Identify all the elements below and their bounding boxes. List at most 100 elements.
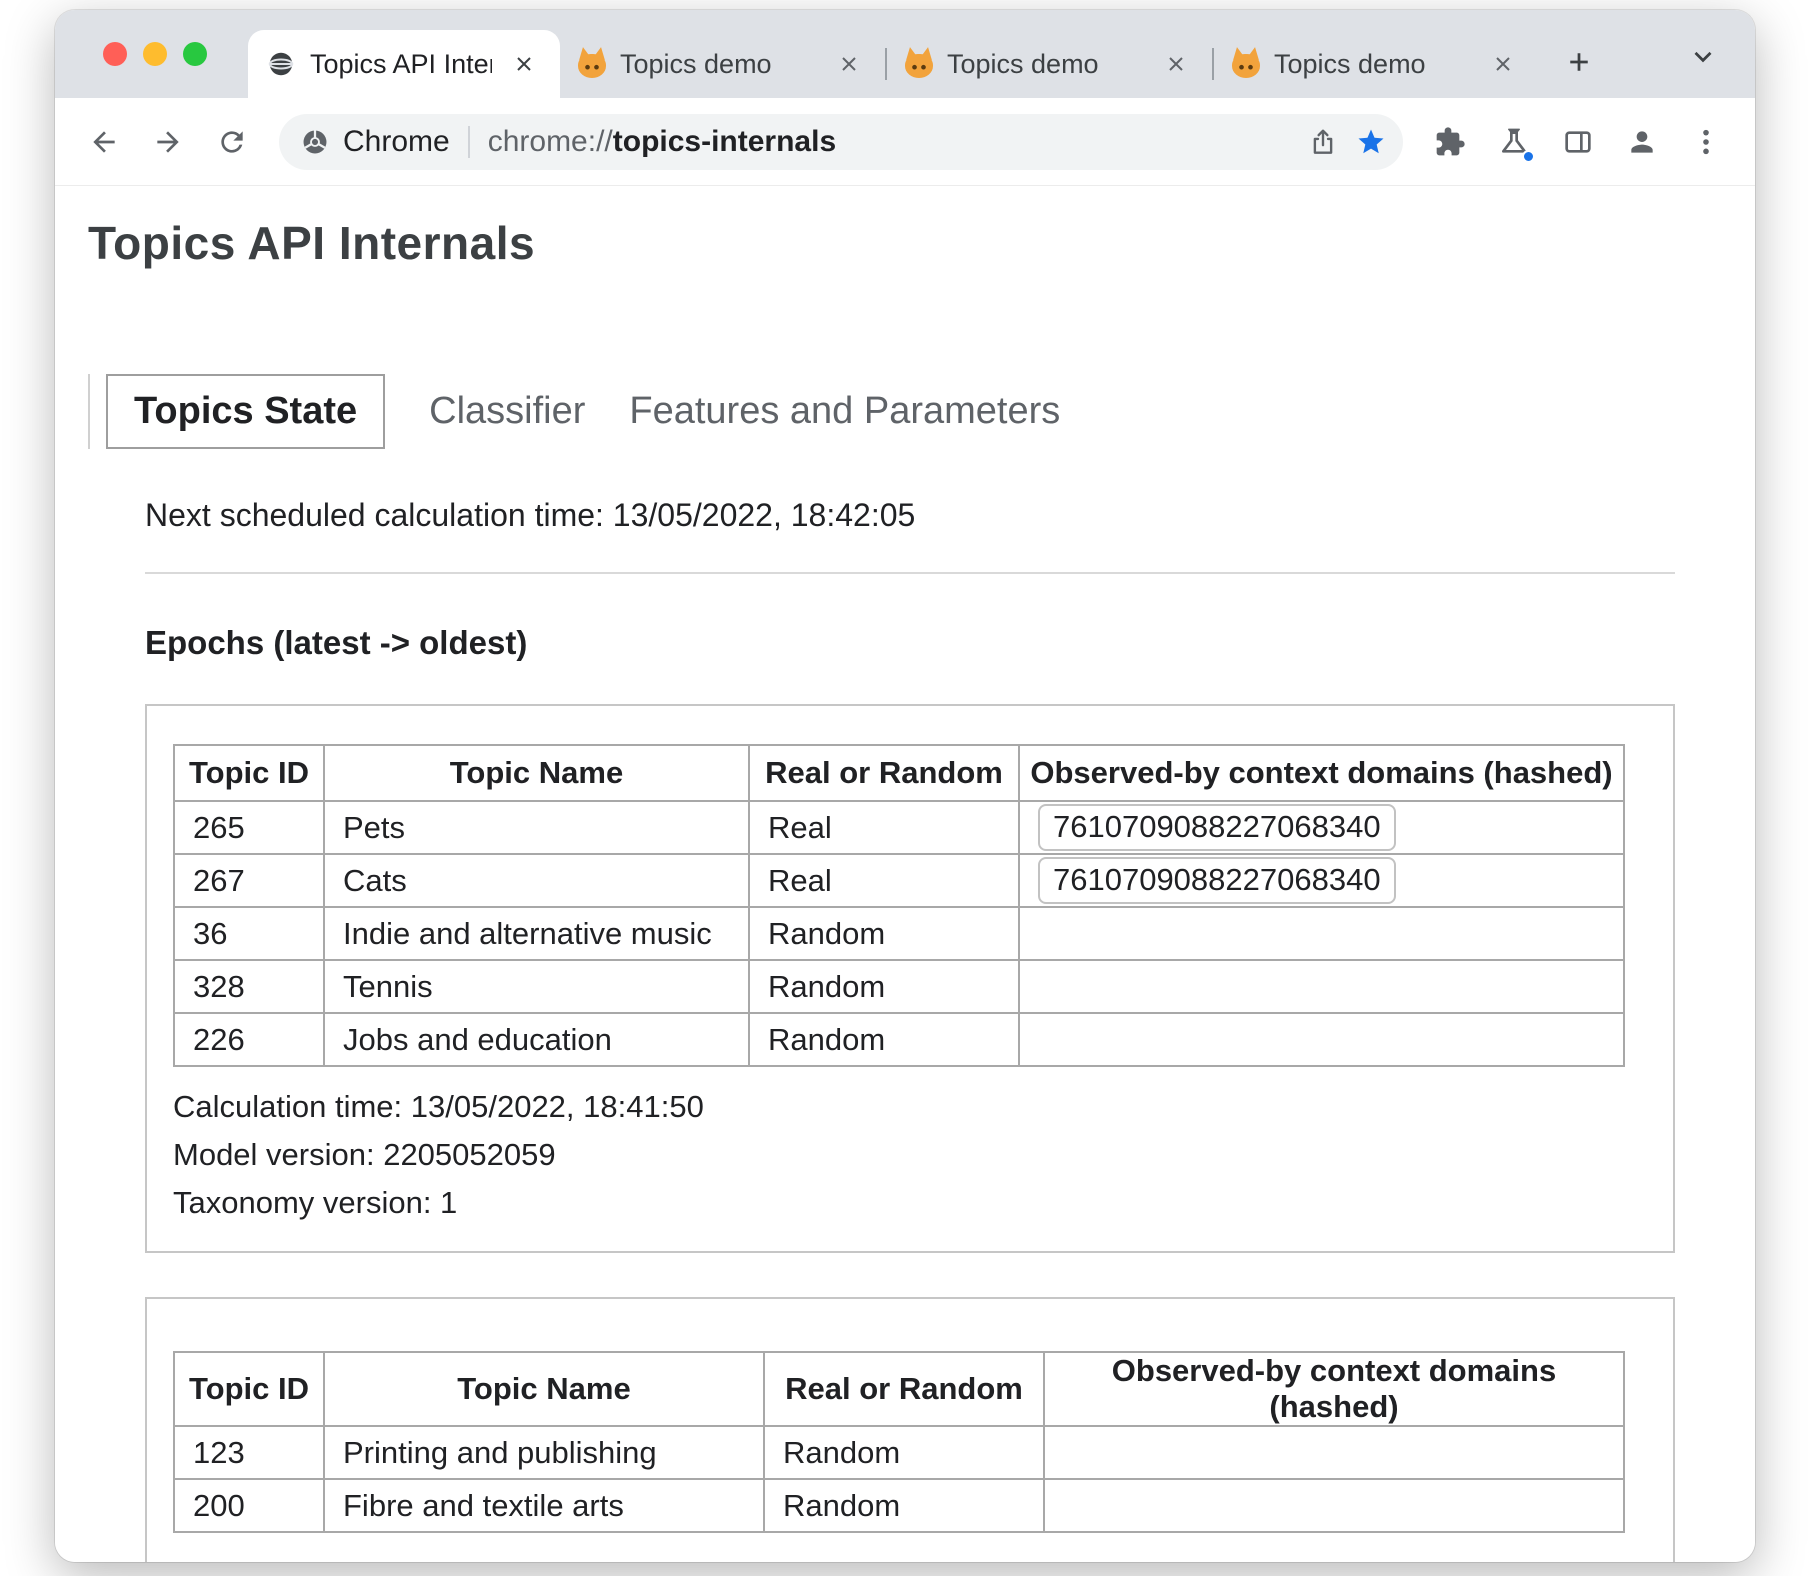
cat-icon — [1232, 54, 1260, 78]
tab-title: Topics demo — [620, 49, 817, 80]
bookmark-star-icon[interactable] — [1347, 118, 1395, 166]
topic-name-cell: Tennis — [324, 960, 749, 1013]
back-button[interactable] — [77, 115, 131, 169]
flask-icon[interactable] — [1487, 115, 1541, 169]
observed-domains-cell — [1019, 1013, 1624, 1066]
column-header-real-or-random: Real or Random — [749, 745, 1019, 801]
tabs-container: Topics API Intern Topics demo Topics dem… — [248, 10, 1603, 98]
reload-button[interactable] — [205, 115, 259, 169]
window-controls — [103, 42, 207, 66]
real-or-random-cell: Random — [764, 1426, 1044, 1479]
observed-domain-chip: 7610709088227068340 — [1038, 804, 1396, 852]
topic-name-cell: Pets — [324, 801, 749, 854]
url-scheme: chrome:// — [488, 125, 613, 158]
page-title: Topics API Internals — [88, 216, 1755, 270]
cat-icon — [905, 54, 933, 78]
side-panel-icon[interactable] — [1551, 115, 1605, 169]
tab-title: Topics demo — [947, 49, 1144, 80]
observed-domains-cell — [1019, 907, 1624, 960]
close-icon[interactable] — [831, 46, 867, 82]
observed-domain-chip: 7610709088227068340 — [1038, 857, 1396, 905]
cat-icon — [578, 54, 606, 78]
forward-button[interactable] — [141, 115, 195, 169]
topic-id-cell: 36 — [174, 907, 324, 960]
tab-topics-demo-1[interactable]: Topics demo — [560, 30, 885, 98]
epoch-container-1: Topic ID Topic Name Real or Random Obser… — [145, 704, 1675, 1253]
tab-title: Topics demo — [1274, 49, 1471, 80]
globe-icon — [266, 49, 296, 79]
tab-topics-state[interactable]: Topics State — [106, 374, 385, 449]
page-content: Topics API Internals Topics State Classi… — [55, 216, 1755, 1562]
topic-name-cell: Fibre and textile arts — [324, 1479, 764, 1532]
url-text[interactable]: chrome://topics-internals — [488, 125, 836, 159]
minimize-window-button[interactable] — [143, 42, 167, 66]
chrome-logo-icon — [299, 126, 331, 158]
tab-title: Topics API Intern — [310, 49, 492, 80]
omnibox-separator — [468, 126, 470, 158]
real-or-random-cell: Random — [749, 960, 1019, 1013]
topic-name-cell: Jobs and education — [324, 1013, 749, 1066]
new-tab-button[interactable] — [1555, 38, 1603, 86]
table-row: 36 Indie and alternative music Random — [174, 907, 1624, 960]
zoom-window-button[interactable] — [183, 42, 207, 66]
extensions-puzzle-icon[interactable] — [1423, 115, 1477, 169]
column-header-topic-name: Topic Name — [324, 1352, 764, 1426]
real-or-random-cell: Random — [749, 907, 1019, 960]
column-header-topic-id: Topic ID — [174, 1352, 324, 1426]
browser-toolbar: Chrome chrome://topics-internals — [55, 98, 1755, 186]
tab-topics-internals[interactable]: Topics API Intern — [248, 30, 560, 98]
tab-topics-demo-3[interactable]: Topics demo — [1214, 30, 1539, 98]
table-row: 123 Printing and publishing Random — [174, 1426, 1624, 1479]
epoch-table-2: Topic ID Topic Name Real or Random Obser… — [173, 1351, 1625, 1533]
topic-name-cell: Cats — [324, 854, 749, 907]
topic-id-cell: 200 — [174, 1479, 324, 1532]
browser-window: Topics API Intern Topics demo Topics dem… — [55, 10, 1755, 1562]
topic-id-cell: 267 — [174, 854, 324, 907]
profile-avatar-icon[interactable] — [1615, 115, 1669, 169]
column-header-observed-domains: Observed-by context domains (hashed) — [1044, 1352, 1624, 1426]
observed-domains-cell: 7610709088227068340 — [1019, 854, 1624, 907]
table-row: 200 Fibre and textile arts Random — [174, 1479, 1624, 1532]
table-header-row: Topic ID Topic Name Real or Random Obser… — [174, 1352, 1624, 1426]
page-tabs: Topics State Classifier Features and Par… — [88, 374, 1060, 449]
search-engine-label: Chrome — [343, 125, 450, 159]
observed-domains-cell — [1019, 960, 1624, 1013]
table-row: 267 Cats Real 7610709088227068340 — [174, 854, 1624, 907]
calculation-time: Calculation time: 13/05/2022, 18:41:50 — [173, 1083, 1647, 1131]
real-or-random-cell: Real — [749, 801, 1019, 854]
topic-id-cell: 123 — [174, 1426, 324, 1479]
topic-id-cell: 265 — [174, 801, 324, 854]
tab-features-parameters[interactable]: Features and Parameters — [629, 374, 1060, 449]
topic-id-cell: 328 — [174, 960, 324, 1013]
tab-topics-demo-2[interactable]: Topics demo — [887, 30, 1212, 98]
taxonomy-version: Taxonomy version: 1 — [173, 1179, 1647, 1227]
table-row: 328 Tennis Random — [174, 960, 1624, 1013]
close-icon[interactable] — [1485, 46, 1521, 82]
topic-name-cell: Indie and alternative music — [324, 907, 749, 960]
column-header-observed-domains: Observed-by context domains (hashed) — [1019, 745, 1624, 801]
table-row: 226 Jobs and education Random — [174, 1013, 1624, 1066]
observed-domains-cell: 7610709088227068340 — [1019, 801, 1624, 854]
epoch-container-2: Topic ID Topic Name Real or Random Obser… — [145, 1297, 1675, 1562]
topic-id-cell: 226 — [174, 1013, 324, 1066]
model-version: Model version: 2205052059 — [173, 1131, 1647, 1179]
close-icon[interactable] — [506, 46, 542, 82]
epoch-metadata: Calculation time: 13/05/2022, 18:41:50 M… — [173, 1083, 1647, 1227]
tab-classifier[interactable]: Classifier — [429, 374, 585, 449]
url-host: topics-internals — [613, 125, 836, 158]
tab-search-chevron-icon[interactable] — [1681, 34, 1725, 78]
epochs-heading: Epochs (latest -> oldest) — [145, 624, 1755, 662]
column-header-topic-name: Topic Name — [324, 745, 749, 801]
address-bar[interactable]: Chrome chrome://topics-internals — [279, 114, 1403, 170]
observed-domains-cell — [1044, 1426, 1624, 1479]
close-window-button[interactable] — [103, 42, 127, 66]
topic-name-cell: Printing and publishing — [324, 1426, 764, 1479]
real-or-random-cell: Random — [749, 1013, 1019, 1066]
menu-dots-icon[interactable] — [1679, 115, 1733, 169]
divider — [145, 572, 1675, 574]
epoch-table-1: Topic ID Topic Name Real or Random Obser… — [173, 744, 1625, 1067]
share-button[interactable] — [1299, 118, 1347, 166]
column-header-topic-id: Topic ID — [174, 745, 324, 801]
table-header-row: Topic ID Topic Name Real or Random Obser… — [174, 745, 1624, 801]
close-icon[interactable] — [1158, 46, 1194, 82]
